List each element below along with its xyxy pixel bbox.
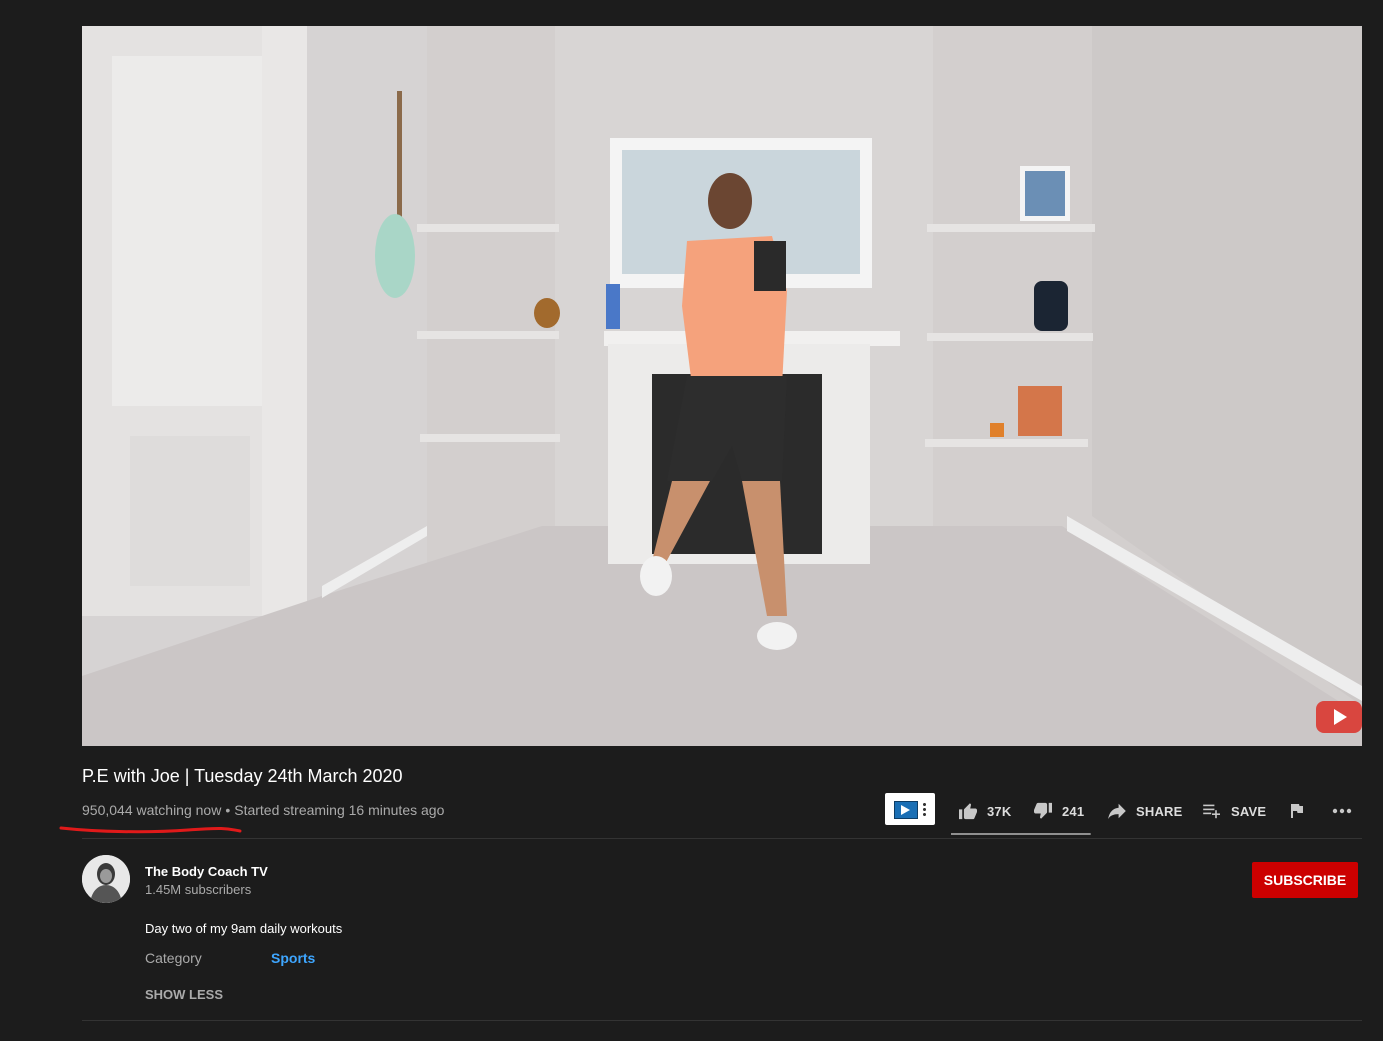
thumbs-down-icon (1034, 802, 1052, 819)
flag-icon (1291, 804, 1303, 818)
share-button[interactable]: SHARE (1107, 798, 1183, 824)
kebab-menu-icon (923, 802, 926, 816)
category-link[interactable]: Sports (271, 950, 315, 966)
save-label: SAVE (1231, 803, 1267, 819)
video-meta: 950,044 watching now • Started streaming 1… (82, 802, 444, 818)
play-icon (1334, 709, 1347, 725)
more-horizontal-icon (1332, 808, 1352, 814)
sentiment-bar-fill (951, 833, 1091, 835)
meta-separator: • (225, 802, 231, 818)
share-label: SHARE (1136, 803, 1183, 819)
category-label: Category (145, 950, 202, 966)
thumbs-up-icon (959, 803, 977, 820)
more-actions-button[interactable] (1332, 798, 1361, 824)
top-bar (0, 0, 1383, 26)
like-button[interactable]: 37K (958, 798, 1011, 824)
save-button[interactable]: SAVE (1202, 798, 1266, 824)
playlist-add-icon (1203, 804, 1220, 819)
share-icon (1108, 803, 1126, 819)
video-title: P.E with Joe | Tuesday 24th March 2020 (82, 766, 403, 786)
show-less-button[interactable]: SHOW LESS (145, 987, 223, 1002)
sentiment-bar (951, 833, 1091, 835)
channel-avatar[interactable] (82, 855, 130, 903)
video-description: Day two of my 9am daily workouts (145, 921, 343, 936)
divider-bottom (82, 1020, 1362, 1021)
subscriber-count: 1.45M subscribers (145, 882, 252, 897)
watching-count: 950,044 watching now (82, 802, 222, 818)
red-underline-annotation (59, 826, 242, 834)
stream-start-time: Started streaming 16 minutes ago (234, 802, 445, 818)
dislike-button[interactable]: 241 (1033, 798, 1084, 824)
video-frame (82, 26, 1362, 746)
dislike-count: 241 (1062, 803, 1085, 819)
youtube-logo-button[interactable] (1316, 701, 1362, 733)
like-count: 37K (987, 803, 1012, 819)
extension-logo-icon (894, 801, 918, 819)
channel-name[interactable]: The Body Coach TV (145, 864, 268, 879)
video-actions: 37K 241 SHARE SAVE (885, 793, 1361, 835)
extension-button[interactable] (885, 793, 935, 825)
subscribe-button[interactable]: SUBSCRIBE (1252, 862, 1358, 898)
report-button[interactable] (1288, 798, 1313, 824)
divider-top (82, 838, 1362, 839)
video-player[interactable] (82, 26, 1362, 746)
